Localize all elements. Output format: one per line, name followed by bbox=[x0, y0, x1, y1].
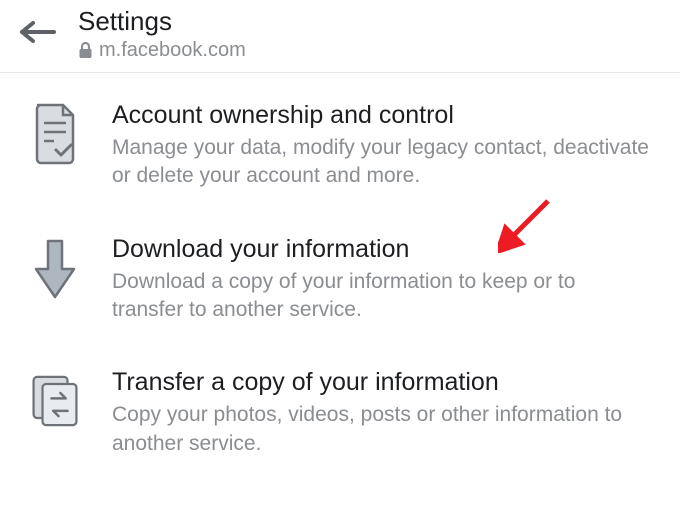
item-title: Download your information bbox=[112, 235, 650, 264]
item-title: Transfer a copy of your information bbox=[112, 368, 650, 397]
item-download-information[interactable]: Download your information Download a cop… bbox=[18, 207, 662, 341]
item-text: Transfer a copy of your information Copy… bbox=[112, 368, 650, 458]
header: Settings m.facebook.com bbox=[0, 0, 680, 73]
header-text: Settings m.facebook.com bbox=[78, 6, 246, 62]
download-arrow-icon bbox=[30, 235, 80, 303]
item-text: Account ownership and control Manage you… bbox=[112, 101, 650, 191]
item-transfer-copy[interactable]: Transfer a copy of your information Copy… bbox=[18, 340, 662, 474]
page-title: Settings bbox=[78, 6, 246, 37]
item-desc: Manage your data, modify your legacy con… bbox=[112, 134, 650, 191]
item-text: Download your information Download a cop… bbox=[112, 235, 650, 325]
transfer-icon bbox=[30, 368, 80, 432]
lock-icon bbox=[78, 42, 93, 59]
arrow-left-icon bbox=[20, 20, 56, 44]
document-check-icon bbox=[30, 101, 80, 165]
item-account-ownership[interactable]: Account ownership and control Manage you… bbox=[18, 73, 662, 207]
url-text: m.facebook.com bbox=[99, 39, 246, 62]
item-desc: Download a copy of your information to k… bbox=[112, 268, 650, 325]
url-row: m.facebook.com bbox=[78, 39, 246, 62]
item-title: Account ownership and control bbox=[112, 101, 650, 130]
item-desc: Copy your photos, videos, posts or other… bbox=[112, 401, 650, 458]
settings-list: Account ownership and control Manage you… bbox=[0, 73, 680, 474]
back-button[interactable] bbox=[20, 6, 56, 49]
